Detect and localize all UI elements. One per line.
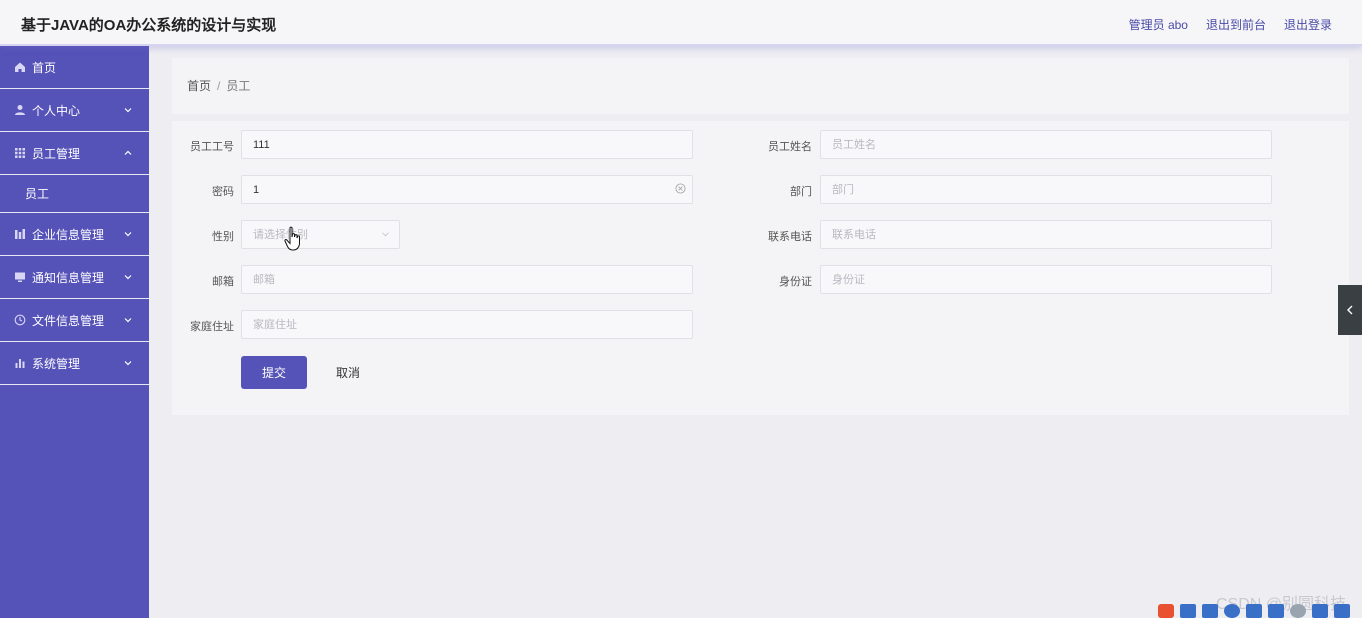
sidebar-item-home[interactable]: 首页 <box>0 46 149 89</box>
grid-icon <box>14 147 26 159</box>
sidebar-item-label: 通知信息管理 <box>32 270 105 285</box>
employee-form: 员工工号 员工姓名 密码 部门 性别 联系电话 邮箱 身份证 家庭住址 提交 取… <box>172 121 1349 415</box>
email-input[interactable] <box>241 265 693 294</box>
logout-link[interactable]: 退出登录 <box>1284 16 1332 33</box>
gender-select-input[interactable] <box>241 220 400 249</box>
chevron-up-icon <box>124 150 132 155</box>
settings-icon[interactable] <box>1334 604 1350 618</box>
chevron-down-icon <box>124 361 132 366</box>
chart-bars-icon <box>14 228 26 240</box>
sidebar-item-system[interactable]: 系统管理 <box>0 342 149 385</box>
monitor-icon <box>14 271 26 283</box>
cancel-button[interactable]: 取消 <box>324 356 372 389</box>
email-label: 邮箱 <box>212 276 234 288</box>
sidebar-item-company-info[interactable]: 企业信息管理 <box>0 213 149 256</box>
chevron-left-icon <box>1347 305 1353 315</box>
address-input[interactable] <box>241 310 693 339</box>
breadcrumb-current: 员工 <box>226 79 251 93</box>
id-card-label: 身份证 <box>779 276 812 288</box>
keyboard-icon[interactable] <box>1268 604 1284 618</box>
skin-icon[interactable] <box>1312 604 1328 618</box>
breadcrumb: 首页 / 员工 <box>187 77 250 94</box>
chevron-down-icon <box>124 275 132 280</box>
breadcrumb-separator: / <box>217 79 221 93</box>
home-icon <box>14 61 26 73</box>
password-field <box>241 175 693 204</box>
breadcrumb-home[interactable]: 首页 <box>187 79 211 93</box>
emoji-icon[interactable] <box>1224 604 1240 618</box>
password-label: 密码 <box>212 186 234 198</box>
gender-select[interactable] <box>241 220 400 249</box>
id-card-input[interactable] <box>820 265 1272 294</box>
employee-name-input[interactable] <box>820 130 1272 159</box>
voice-icon[interactable] <box>1246 604 1262 618</box>
department-input[interactable] <box>820 175 1272 204</box>
phone-input[interactable] <box>820 220 1272 249</box>
sidebar-item-personal-center[interactable]: 个人中心 <box>0 89 149 132</box>
user-icon <box>14 104 26 116</box>
sidebar-item-notice-info[interactable]: 通知信息管理 <box>0 256 149 299</box>
chevron-down-icon <box>124 318 132 323</box>
employee-no-input[interactable] <box>241 130 693 159</box>
sidebar-item-label: 员工管理 <box>32 146 81 161</box>
sidebar-item-label: 系统管理 <box>32 356 81 371</box>
bar-chart-icon <box>14 357 26 369</box>
top-links: 管理员 abo 退出到前台 退出登录 <box>1129 16 1332 33</box>
address-label: 家庭住址 <box>190 321 234 333</box>
sidebar: 首页 个人中心 员工管理 员工 企业信息管理 通知信息管理 文件信息管理 系统管… <box>0 46 149 618</box>
gender-label: 性别 <box>212 231 234 243</box>
sidebar-item-label: 个人中心 <box>32 103 81 118</box>
phone-label: 联系电话 <box>768 231 812 243</box>
chinese-mode-icon[interactable] <box>1180 604 1196 618</box>
app-title: 基于JAVA的OA办公系统的设计与实现 <box>21 17 277 34</box>
password-input[interactable] <box>241 175 693 204</box>
sidebar-item-label: 企业信息管理 <box>32 227 105 242</box>
department-label: 部门 <box>790 186 812 198</box>
employee-no-label: 员工工号 <box>190 141 234 153</box>
breadcrumb-card: 首页 / 员工 <box>172 58 1349 114</box>
employee-name-label: 员工姓名 <box>768 141 812 153</box>
sidebar-item-file-info[interactable]: 文件信息管理 <box>0 299 149 342</box>
chevron-down-icon <box>382 232 389 237</box>
sidebar-subitem-employee[interactable]: 员工 <box>0 175 149 213</box>
chevron-down-icon <box>124 108 132 113</box>
back-to-front-link[interactable]: 退出到前台 <box>1206 16 1266 33</box>
submit-button[interactable]: 提交 <box>241 356 307 389</box>
sidebar-item-label: 文件信息管理 <box>32 313 105 328</box>
chevron-down-icon <box>124 232 132 237</box>
clear-icon[interactable] <box>675 183 686 194</box>
user-label[interactable]: 管理员 abo <box>1129 16 1188 33</box>
clock-icon <box>14 314 26 326</box>
ime-toolbar <box>1158 604 1350 618</box>
sidebar-item-label: 首页 <box>32 60 57 75</box>
punctuation-icon[interactable] <box>1202 604 1218 618</box>
sogou-s-icon[interactable] <box>1158 604 1174 618</box>
hand-cursor-icon <box>284 226 300 251</box>
sidebar-item-employee-management[interactable]: 员工管理 <box>0 132 149 175</box>
user-icon[interactable] <box>1290 604 1306 618</box>
collapse-panel-button[interactable] <box>1338 285 1362 335</box>
top-header: 基于JAVA的OA办公系统的设计与实现 管理员 abo 退出到前台 退出登录 <box>0 0 1362 46</box>
